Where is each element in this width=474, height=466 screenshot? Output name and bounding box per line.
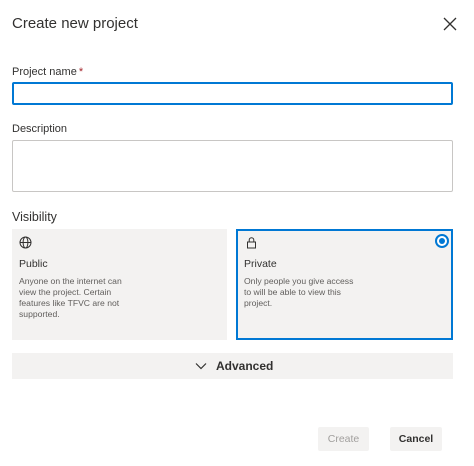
description-textarea[interactable]: [12, 140, 453, 192]
visibility-option-title: Public: [19, 258, 48, 270]
create-button[interactable]: Create: [318, 427, 369, 451]
advanced-label: Advanced: [216, 359, 274, 373]
dialog-title: Create new project: [12, 15, 138, 32]
close-icon: [443, 17, 457, 31]
selected-radio[interactable]: [435, 234, 449, 248]
globe-icon: [19, 236, 32, 249]
chevron-down-icon: [195, 363, 207, 370]
project-name-label-text: Project name: [12, 66, 77, 78]
advanced-toggle[interactable]: Advanced: [12, 353, 453, 379]
close-button[interactable]: [440, 14, 460, 34]
description-label: Description: [12, 123, 68, 135]
create-project-dialog: Create new project Project name * Descrip…: [0, 0, 474, 466]
visibility-option-private[interactable]: Private Only people you give access to w…: [236, 229, 453, 340]
cancel-button[interactable]: Cancel: [390, 427, 442, 451]
visibility-heading: Visibility: [12, 210, 57, 224]
visibility-option-public[interactable]: Public Anyone on the internet can view t…: [12, 229, 227, 340]
visibility-option-description: Only people you give access to will be a…: [244, 276, 354, 308]
project-name-label: Project name *: [12, 66, 83, 78]
required-indicator: *: [78, 66, 84, 78]
project-name-input[interactable]: [12, 82, 453, 105]
lock-icon: [245, 236, 258, 249]
radio-dot: [439, 238, 445, 244]
visibility-option-description: Anyone on the internet can view the proj…: [19, 276, 122, 319]
visibility-option-title: Private: [244, 258, 277, 270]
